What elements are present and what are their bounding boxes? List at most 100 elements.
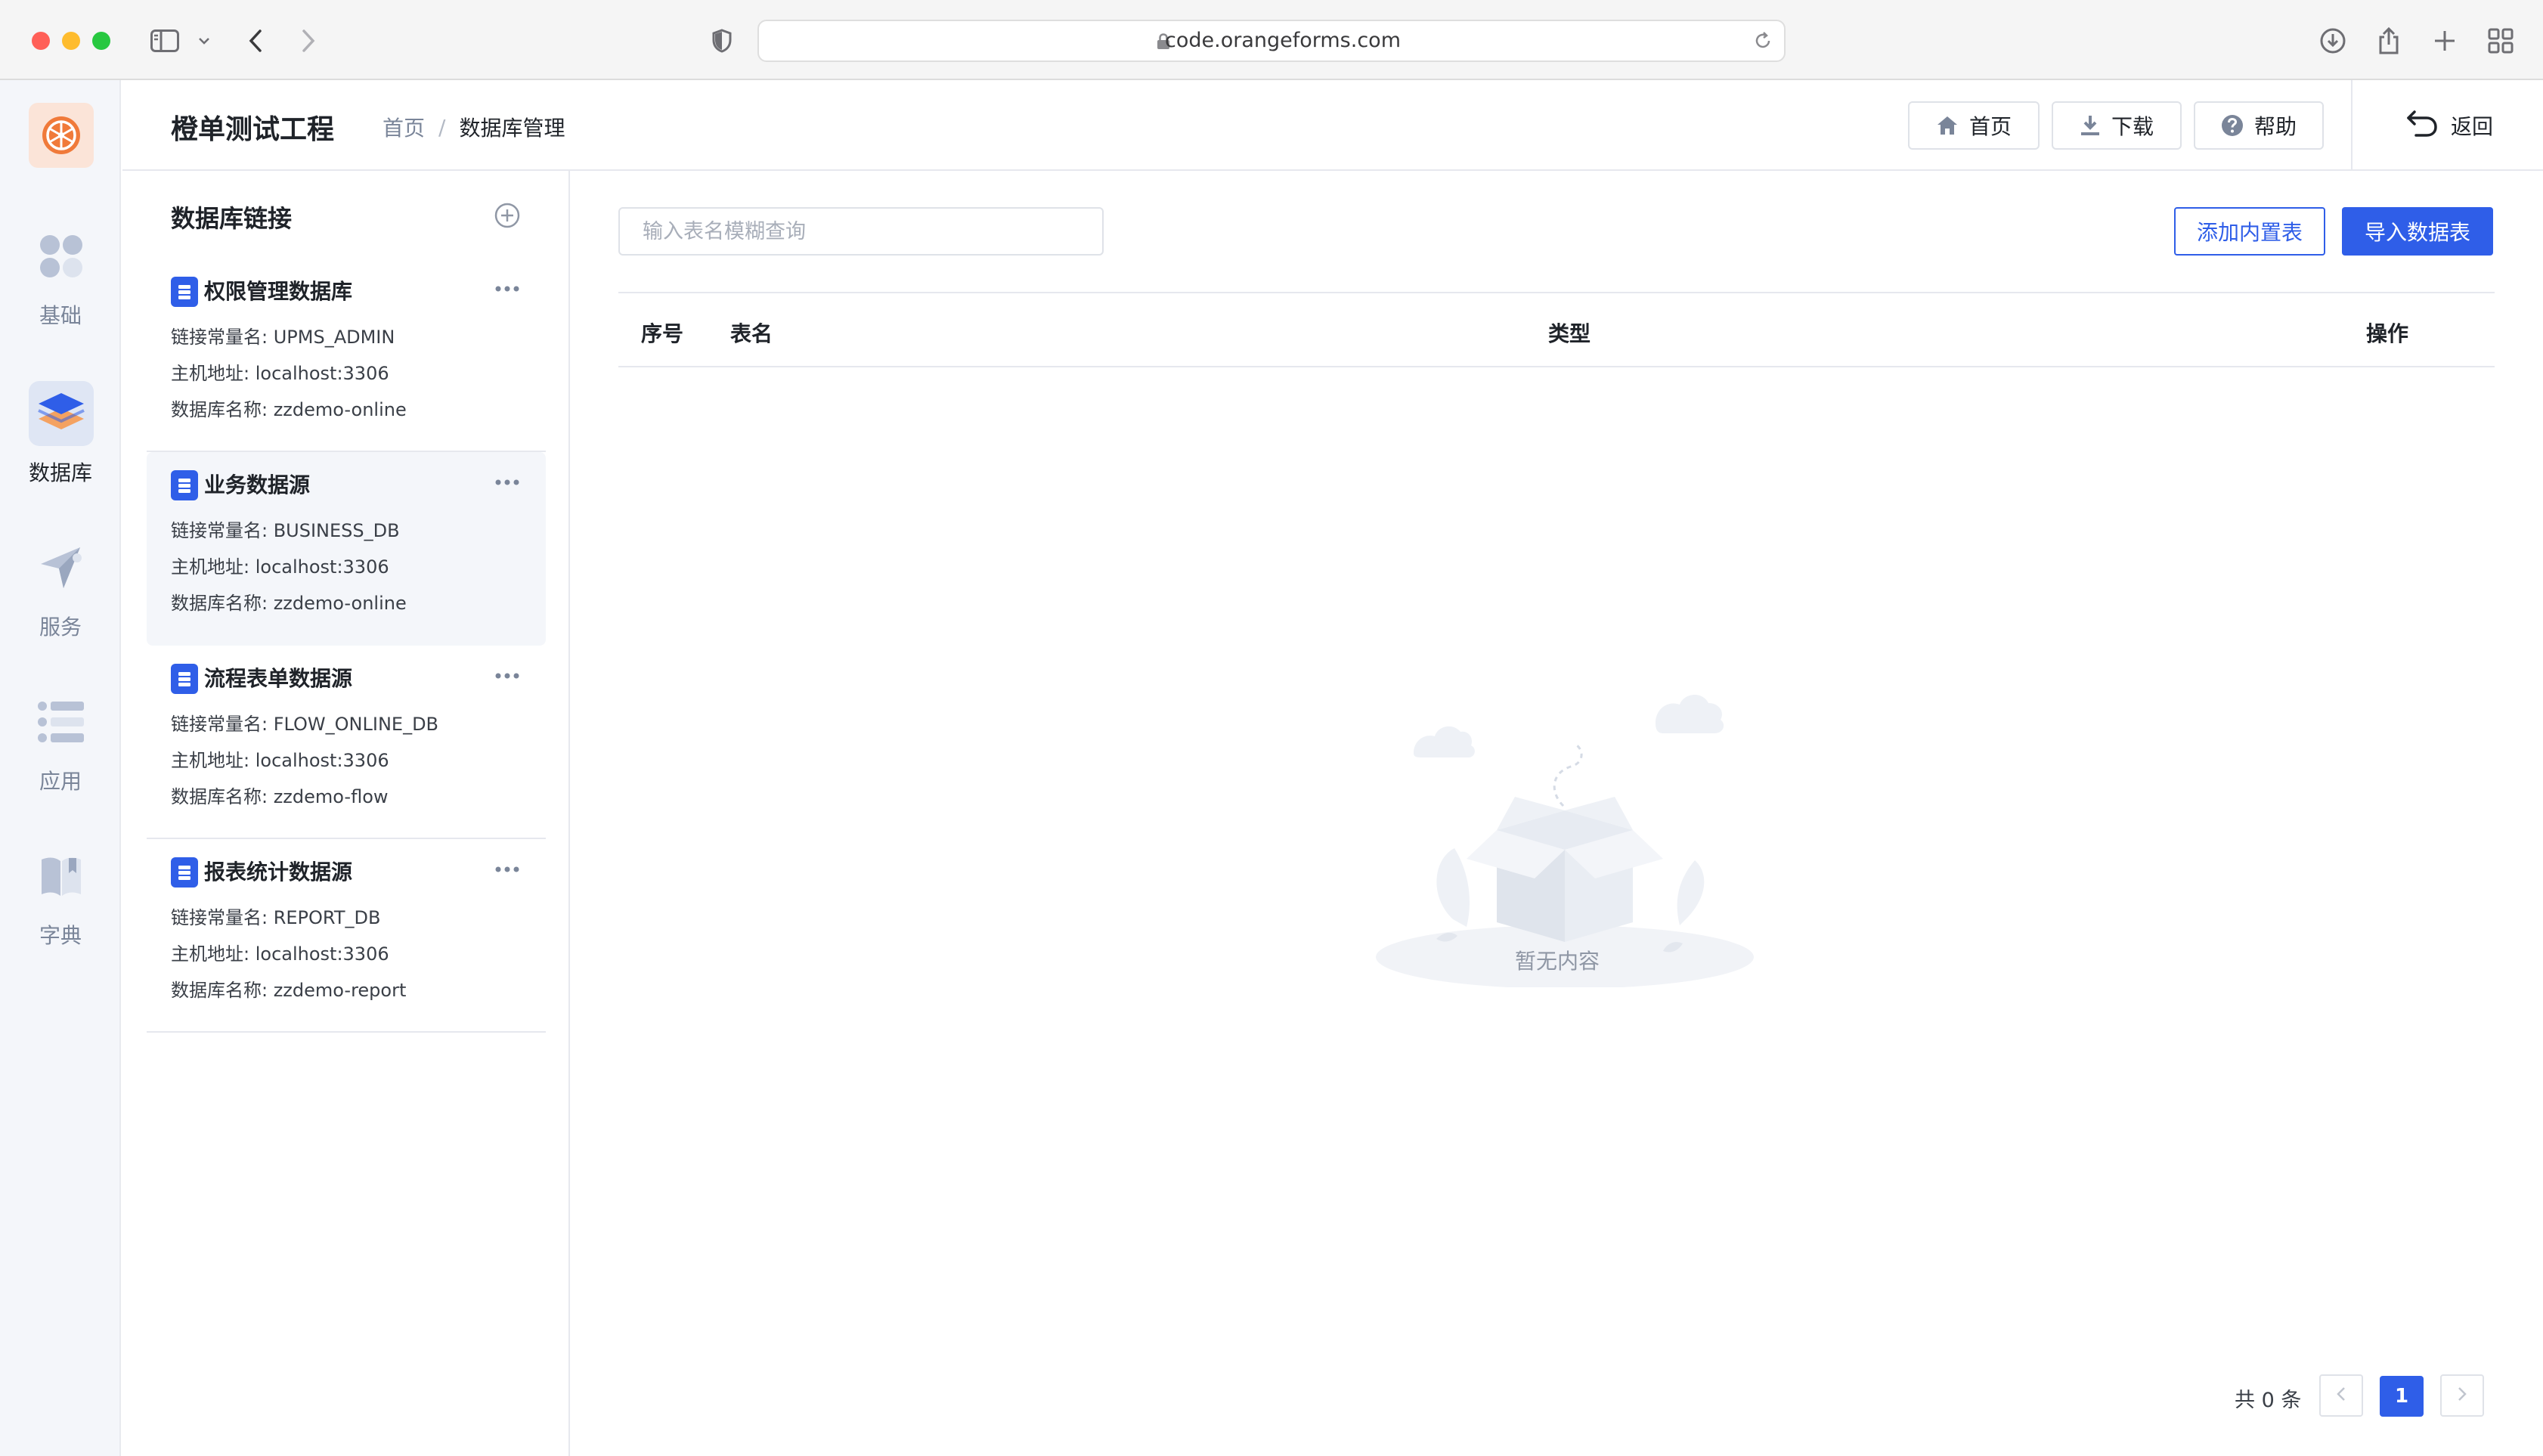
more-actions-icon[interactable] [494,862,520,876]
url-text: code.orangeforms.com [1165,29,1401,52]
send-icon [29,535,94,600]
db-card-host: 主机地址: localhost:3306 [171,943,389,965]
database-list-panel: 数据库链接 权限管理数据库 链接常量名: UPMS_ADMIN 主机地址: lo… [122,171,570,1456]
pagination-prev-button[interactable] [2319,1374,2363,1417]
forward-nav-icon[interactable] [296,23,321,59]
db-card-host: 主机地址: localhost:3306 [171,750,389,771]
db-card-db-name: 数据库名称: zzdemo-report [171,980,407,1001]
project-title: 橙单测试工程 [171,114,335,145]
privacy-shield-icon[interactable] [709,23,735,59]
back-nav-icon[interactable] [243,23,268,59]
db-card-const-name: 链接常量名: REPORT_DB [171,907,381,928]
sidebar-toggle-icon[interactable] [148,23,181,59]
rail-label: 应用 [39,769,82,794]
add-circle-icon[interactable] [494,203,520,231]
db-card-flow[interactable]: 流程表单数据源 链接常量名: FLOW_ONLINE_DB 主机地址: loca… [147,646,546,839]
db-card-host: 主机地址: localhost:3306 [171,363,389,384]
address-bar[interactable]: code.orangeforms.com [757,20,1786,62]
db-card-db-name: 数据库名称: zzdemo-online [171,593,407,614]
module-rail: 基础 数据库 服务 应用 字典 [0,80,121,1456]
share-icon[interactable] [2374,23,2404,59]
column-header-type: 类型 [1548,321,1591,346]
database-doc-icon [171,664,198,697]
db-card-db-name: 数据库名称: zzdemo-online [171,399,407,420]
db-card-const-name: 链接常量名: FLOW_ONLINE_DB [171,714,439,735]
undo-arrow-icon [2405,109,2439,143]
database-doc-icon [171,277,198,310]
browser-toolbar: code.orangeforms.com [0,0,2543,80]
chevron-right-icon [2457,1386,2467,1405]
rail-item-basic[interactable]: 基础 [0,224,121,352]
download-circle-icon[interactable] [2318,23,2348,59]
column-header-actions: 操作 [2366,321,2409,346]
breadcrumb: 首页 / 数据库管理 [383,112,565,142]
db-card-host: 主机地址: localhost:3306 [171,556,389,578]
home-button-label: 首页 [1968,114,2012,139]
app-logo[interactable] [29,103,94,168]
table-header: 序号 表名 类型 操作 [618,292,2495,367]
breadcrumb-current: 数据库管理 [459,116,565,141]
add-builtin-table-button[interactable]: 添加内置表 [2174,207,2325,256]
chevron-down-icon[interactable] [195,23,213,59]
new-tab-icon[interactable] [2430,23,2460,59]
rail-item-service[interactable]: 服务 [0,535,121,664]
empty-box-illustration [1353,670,1776,989]
layers-icon [29,381,94,446]
db-card-name: 业务数据源 [204,472,311,497]
more-actions-icon[interactable] [494,281,520,296]
help-button-label: 帮助 [2253,114,2297,139]
rail-label: 数据库 [28,460,92,485]
table-content-area: 添加内置表 导入数据表 序号 表名 类型 操作 暂无内容 共 0 条 [571,171,2543,1456]
maximize-window-button[interactable] [92,32,110,50]
pagination-total: 共 0 条 [2235,1389,2302,1412]
more-actions-icon[interactable] [494,475,520,489]
db-card-name: 流程表单数据源 [204,666,353,691]
book-icon [29,844,94,909]
rail-label: 字典 [39,923,82,948]
column-header-table-name: 表名 [730,321,773,346]
db-card-const-name: 链接常量名: BUSINESS_DB [171,520,400,541]
grid-icon [29,224,94,289]
minimize-window-button[interactable] [62,32,80,50]
download-button[interactable]: 下载 [2052,101,2182,150]
db-card-name: 权限管理数据库 [204,279,353,304]
db-card-const-name: 链接常量名: UPMS_ADMIN [171,327,395,348]
app-header: 橙单测试工程 首页 / 数据库管理 首页 下载 帮助 返回 [122,80,2543,171]
header-divider [2351,80,2353,169]
close-window-button[interactable] [32,32,50,50]
pagination-page-current[interactable]: 1 [2380,1376,2424,1417]
home-button[interactable]: 首页 [1908,101,2040,150]
panel-title: 数据库链接 [171,204,293,233]
db-card-business[interactable]: 业务数据源 链接常量名: BUSINESS_DB 主机地址: localhost… [147,452,546,646]
database-doc-icon [171,857,198,891]
rail-item-dictionary[interactable]: 字典 [0,844,121,972]
home-icon [1936,115,1959,136]
back-button[interactable]: 返回 [2405,106,2493,145]
rail-item-database[interactable]: 数据库 [0,381,121,510]
help-button[interactable]: 帮助 [2194,101,2324,150]
download-button-label: 下载 [2111,114,2154,139]
back-button-label: 返回 [2451,114,2494,139]
chevron-left-icon [2336,1386,2346,1405]
rail-label: 服务 [39,615,82,640]
rail-item-application[interactable]: 应用 [0,689,121,818]
breadcrumb-home-link[interactable]: 首页 [383,112,425,142]
more-actions-icon[interactable] [494,668,520,683]
tab-overview-icon[interactable] [2486,23,2516,59]
download-icon [2080,114,2101,137]
pagination-next-button[interactable] [2440,1374,2484,1417]
empty-state-text: 暂无内容 [1514,949,1600,974]
help-icon [2221,114,2244,137]
breadcrumb-separator: / [438,114,446,140]
db-card-db-name: 数据库名称: zzdemo-flow [171,786,389,807]
db-card-upms[interactable]: 权限管理数据库 链接常量名: UPMS_ADMIN 主机地址: localhos… [147,259,546,452]
reload-icon[interactable] [1752,30,1773,54]
database-doc-icon [171,470,198,503]
db-card-name: 报表统计数据源 [204,860,353,884]
rail-label: 基础 [39,303,82,328]
list-icon [29,689,94,754]
import-table-button[interactable]: 导入数据表 [2342,207,2493,256]
db-card-report[interactable]: 报表统计数据源 链接常量名: REPORT_DB 主机地址: localhost… [147,839,546,1033]
table-search-input[interactable] [618,207,1104,256]
column-header-index: 序号 [641,321,684,346]
